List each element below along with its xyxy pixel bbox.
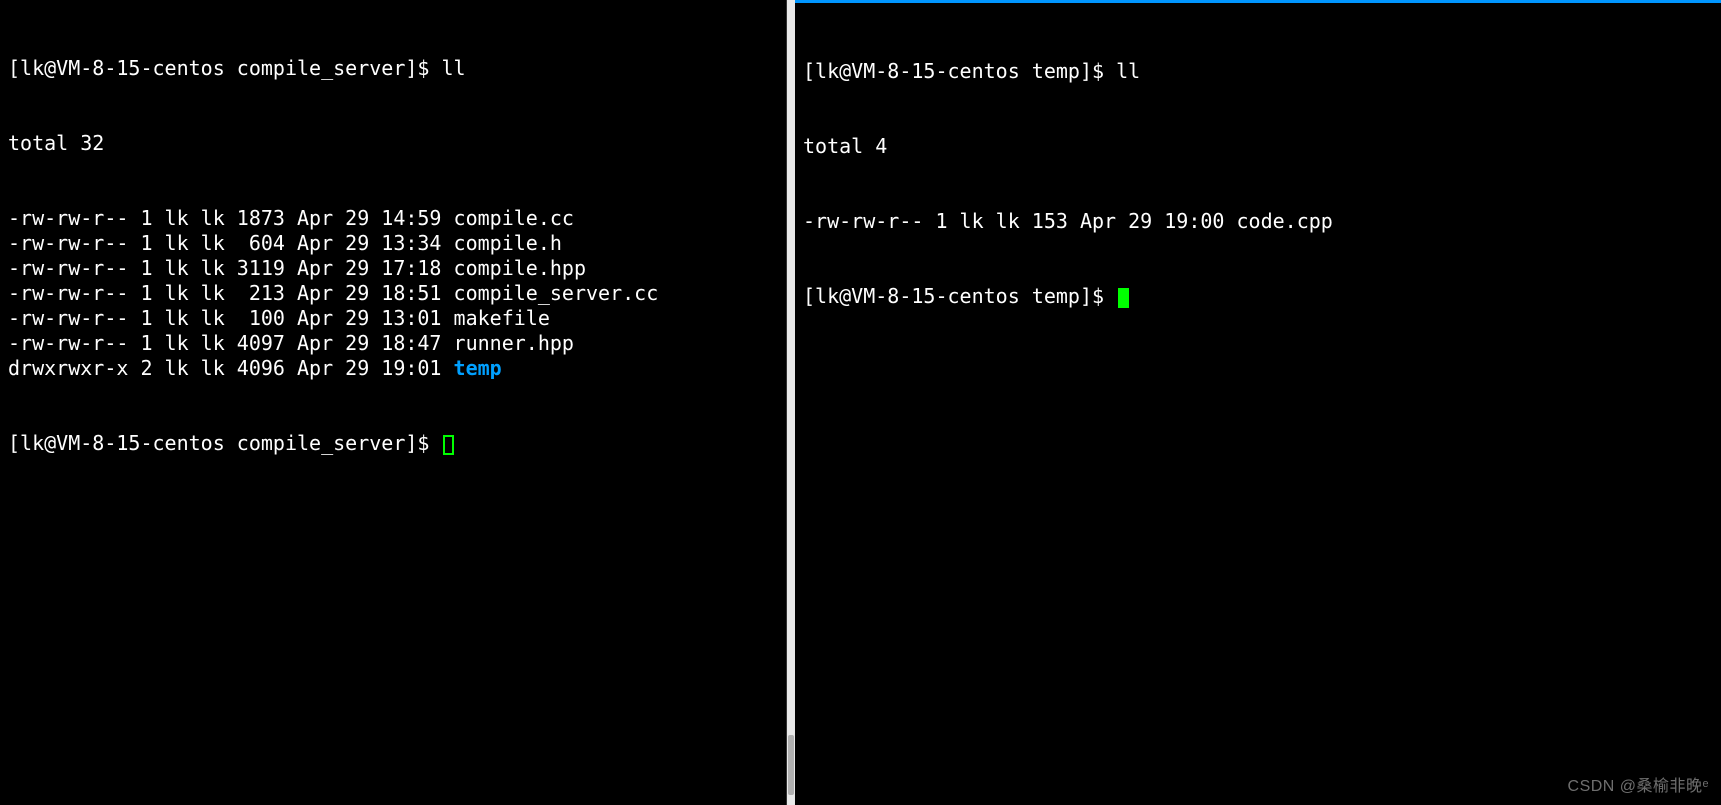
list-item: -rw-rw-r-- 1 lk lk 153 Apr 29 19:00 code… [803,209,1713,234]
pane-divider[interactable] [787,0,795,805]
file-name: runner.hpp [454,331,574,355]
list-item: -rw-rw-r-- 1 lk lk 213 Apr 29 18:51 comp… [8,281,778,306]
terminal-right-pane[interactable]: [lk@VM-8-15-centos temp]$ ll total 4 -rw… [795,0,1721,805]
list-item: -rw-rw-r-- 1 lk lk 4097 Apr 29 18:47 run… [8,331,778,356]
scrollbar-thumb[interactable] [788,735,794,795]
shell-prompt: [lk@VM-8-15-centos compile_server]$ [8,56,441,80]
file-listing: -rw-rw-r-- 1 lk lk 153 Apr 29 19:00 code… [803,209,1713,234]
file-name: compile.h [454,231,562,255]
list-item: -rw-rw-r-- 1 lk lk 3119 Apr 29 17:18 com… [8,256,778,281]
file-name: compile_server.cc [454,281,659,305]
file-name: makefile [454,306,550,330]
prompt-line: [lk@VM-8-15-centos temp]$ ll [803,59,1713,84]
file-name: compile.cc [454,206,574,230]
list-item: -rw-rw-r-- 1 lk lk 604 Apr 29 13:34 comp… [8,231,778,256]
list-item: drwxrwxr-x 2 lk lk 4096 Apr 29 19:01 tem… [8,356,778,381]
prompt-line-2: [lk@VM-8-15-centos temp]$ [803,284,1713,309]
directory-name: temp [454,356,502,380]
shell-prompt: [lk@VM-8-15-centos compile_server]$ [8,431,441,455]
watermark-text: CSDN @桑榆非晚ᵉ [1568,774,1709,799]
prompt-line-2: [lk@VM-8-15-centos compile_server]$ [8,431,778,456]
split-terminal-container: [lk@VM-8-15-centos compile_server]$ ll t… [0,0,1721,805]
command-text: ll [441,56,465,80]
list-item: -rw-rw-r-- 1 lk lk 1873 Apr 29 14:59 com… [8,206,778,231]
list-item: -rw-rw-r-- 1 lk lk 100 Apr 29 13:01 make… [8,306,778,331]
file-name: code.cpp [1236,209,1332,233]
file-listing: -rw-rw-r-- 1 lk lk 1873 Apr 29 14:59 com… [8,206,778,381]
file-name: compile.hpp [454,256,586,280]
cursor-icon [1118,288,1129,308]
shell-prompt: [lk@VM-8-15-centos temp]$ [803,59,1116,83]
terminal-left-pane[interactable]: [lk@VM-8-15-centos compile_server]$ ll t… [0,0,787,805]
prompt-line: [lk@VM-8-15-centos compile_server]$ ll [8,56,778,81]
total-line: total 4 [803,134,1713,159]
total-line: total 32 [8,131,778,156]
shell-prompt: [lk@VM-8-15-centos temp]$ [803,284,1116,308]
cursor-icon [443,435,454,455]
command-text: ll [1116,59,1140,83]
